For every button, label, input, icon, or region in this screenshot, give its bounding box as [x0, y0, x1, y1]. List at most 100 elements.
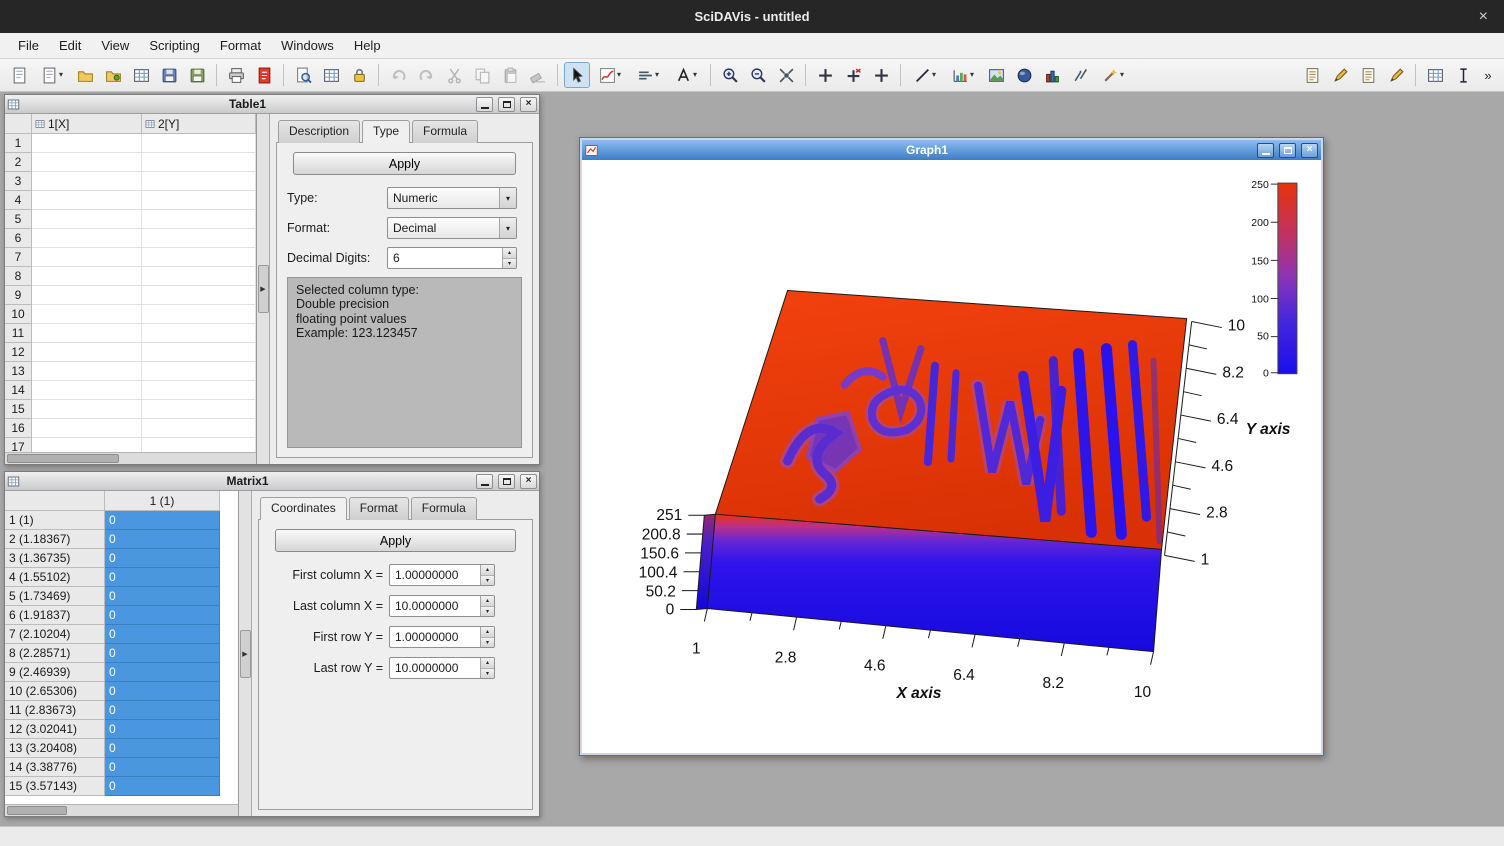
new-project-button[interactable] — [6, 62, 32, 88]
table-cell[interactable] — [32, 362, 142, 381]
table-row[interactable]: 11 — [5, 324, 256, 343]
menu-view[interactable]: View — [91, 34, 139, 57]
note-button[interactable] — [1355, 62, 1381, 88]
paste-button[interactable] — [497, 62, 523, 88]
spin-up-icon[interactable]: ▴ — [503, 248, 516, 259]
matrix-cell[interactable]: 0 — [105, 568, 220, 587]
matrix-cell[interactable]: 0 — [105, 625, 220, 644]
tab-format[interactable]: Format — [349, 497, 409, 520]
matrix-cell[interactable]: 0 — [105, 777, 220, 796]
edit-function-button[interactable] — [1327, 62, 1353, 88]
matrix-cell[interactable]: 0 — [105, 758, 220, 777]
table-cell[interactable] — [32, 191, 142, 210]
table-cell[interactable] — [142, 134, 256, 153]
close-button[interactable]: × — [520, 97, 537, 112]
close-button[interactable]: × — [520, 474, 537, 489]
remove-data-points-button[interactable] — [840, 62, 866, 88]
matrix-cell[interactable]: 0 — [105, 587, 220, 606]
delete-selection-button[interactable] — [525, 62, 551, 88]
row-header[interactable]: 9 — [5, 286, 32, 305]
horizontal-scrollbar[interactable] — [5, 452, 256, 464]
spin-down-icon[interactable]: ▾ — [481, 669, 494, 679]
add-legend-dropdown-button[interactable]: ▾ — [630, 62, 666, 88]
matrix-cell[interactable]: 0 — [105, 663, 220, 682]
matrix-row[interactable]: 14 (3.38776) 0 — [5, 758, 238, 777]
table-cell[interactable] — [142, 286, 256, 305]
table-row[interactable]: 12 — [5, 343, 256, 362]
table-cell[interactable] — [142, 248, 256, 267]
matrix-row[interactable]: 9 (2.46939) 0 — [5, 663, 238, 682]
menu-format[interactable]: Format — [210, 34, 271, 57]
row-header[interactable]: 13 — [5, 362, 32, 381]
matrix-row[interactable]: 6 (1.91837) 0 — [5, 606, 238, 625]
tab-formula[interactable]: Formula — [411, 497, 477, 520]
matrix-row-header[interactable]: 3 (1.36735) — [5, 549, 105, 568]
matrix-row[interactable]: 10 (2.65306) 0 — [5, 682, 238, 701]
table-row[interactable]: 16 — [5, 419, 256, 438]
matrix-cell[interactable]: 0 — [105, 606, 220, 625]
table-row[interactable]: 2 — [5, 153, 256, 172]
matrix-row-header[interactable]: 6 (1.91837) — [5, 606, 105, 625]
save-template-button[interactable] — [184, 62, 210, 88]
app-titlebar[interactable]: SciDAVis - untitled × — [0, 0, 1504, 33]
table-row[interactable]: 8 — [5, 267, 256, 286]
open-template-button[interactable] — [100, 62, 126, 88]
row-header[interactable]: 11 — [5, 324, 32, 343]
draw-line-dropdown-button[interactable]: ▾ — [907, 62, 943, 88]
row-header[interactable]: 1 — [5, 134, 32, 153]
coordinate-spinbox[interactable]: 1.00000000 ▴▾ — [389, 564, 495, 586]
zoom-in-button[interactable] — [717, 62, 743, 88]
print-button[interactable] — [223, 62, 249, 88]
apply-button[interactable]: Apply — [293, 152, 516, 175]
matrix1-titlebar[interactable]: Matrix1 × — [5, 472, 539, 491]
results-log-button[interactable] — [318, 62, 344, 88]
matrix-row-header[interactable]: 9 (2.46939) — [5, 663, 105, 682]
table-cell[interactable] — [142, 191, 256, 210]
tab-formula[interactable]: Formula — [412, 120, 478, 143]
row-header[interactable]: 8 — [5, 267, 32, 286]
matrix-row-header[interactable]: 7 (2.10204) — [5, 625, 105, 644]
matrix-row-header[interactable]: 2 (1.18367) — [5, 530, 105, 549]
matrix-row-header[interactable]: 10 (2.65306) — [5, 682, 105, 701]
table-cell[interactable] — [32, 286, 142, 305]
matrix-cell[interactable]: 0 — [105, 682, 220, 701]
minimize-button[interactable] — [476, 474, 493, 489]
menu-scripting[interactable]: Scripting — [139, 34, 210, 57]
matrix-cell[interactable]: 0 — [105, 549, 220, 568]
table-row[interactable]: 10 — [5, 305, 256, 324]
table-cell[interactable] — [32, 343, 142, 362]
move-data-points-button[interactable] — [812, 62, 838, 88]
table-row[interactable]: 1 — [5, 134, 256, 153]
project-explorer-button[interactable] — [290, 62, 316, 88]
tab-coordinates[interactable]: Coordinates — [260, 497, 347, 520]
table-row[interactable]: 13 — [5, 362, 256, 381]
column-header-2[interactable]: 2[Y] — [142, 114, 256, 134]
table-corner-cell[interactable] — [5, 114, 32, 134]
matrix-cell[interactable]: 0 — [105, 530, 220, 549]
matrix-row-header[interactable]: 5 (1.73469) — [5, 587, 105, 606]
table-cell[interactable] — [32, 419, 142, 438]
spin-down-icon[interactable]: ▾ — [481, 576, 494, 586]
row-header[interactable]: 5 — [5, 210, 32, 229]
table-row[interactable]: 7 — [5, 248, 256, 267]
table-row[interactable]: 4 — [5, 191, 256, 210]
table-row[interactable]: 9 — [5, 286, 256, 305]
matrix-row[interactable]: 12 (3.02041) 0 — [5, 720, 238, 739]
plot-sphere-button[interactable] — [1011, 62, 1037, 88]
spin-up-icon[interactable]: ▴ — [481, 658, 494, 669]
minimize-button[interactable] — [476, 97, 493, 112]
table-cell[interactable] — [142, 305, 256, 324]
table-cell[interactable] — [142, 229, 256, 248]
graph-canvas[interactable]: 251 200.8 150.6 100.4 50.2 0 1 2.8 4.6 6… — [582, 160, 1321, 753]
lock-toolbars-button[interactable] — [346, 62, 372, 88]
cut-button[interactable] — [441, 62, 467, 88]
matrix-row[interactable]: 1 (1) 0 — [5, 511, 238, 530]
row-header[interactable]: 4 — [5, 191, 32, 210]
matrix-row-header[interactable]: 1 (1) — [5, 511, 105, 530]
plot-vectors-button[interactable] — [1067, 62, 1093, 88]
matrix-row[interactable]: 7 (2.10204) 0 — [5, 625, 238, 644]
scrollbar-thumb[interactable] — [7, 806, 67, 815]
plot-style-dropdown-button[interactable]: ▾ — [1095, 62, 1131, 88]
matrix-row-header[interactable]: 13 (3.20408) — [5, 739, 105, 758]
menu-windows[interactable]: Windows — [271, 34, 344, 57]
